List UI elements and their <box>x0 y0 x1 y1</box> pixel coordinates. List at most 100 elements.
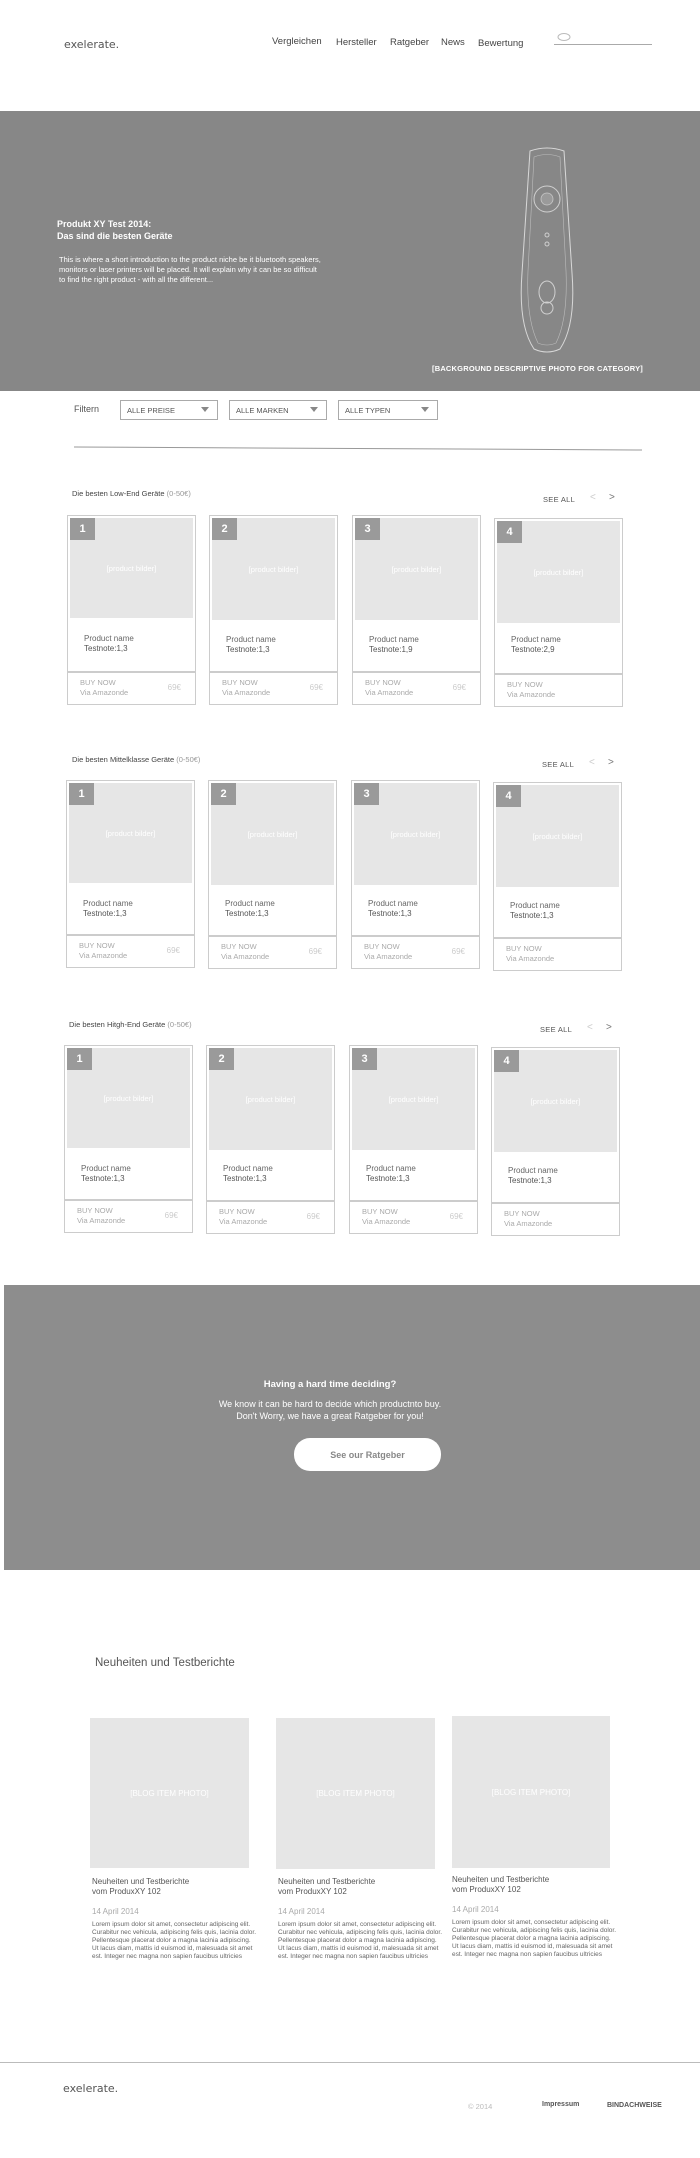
product-note: Testnote:1,3 <box>510 911 554 920</box>
see-ratgeber-button[interactable]: See our Ratgeber <box>294 1438 441 1471</box>
nav-news[interactable]: News <box>441 37 465 48</box>
product-card[interactable]: [product bilder] 3 Product name Testnote… <box>349 1045 478 1201</box>
rank-badge: 2 <box>211 783 236 805</box>
filter-label: Filtern <box>74 404 100 414</box>
rank-badge: 4 <box>497 521 522 543</box>
product-price: 69€ <box>167 683 181 692</box>
footer-bildnachweise-link[interactable]: BINDACHWEISE <box>607 2102 662 2109</box>
buy-label: BUY NOW <box>506 944 542 953</box>
prev-arrow-icon[interactable]: < <box>589 757 595 768</box>
product-name: Product name <box>510 901 560 910</box>
blog-item-title[interactable]: Neuheiten und Testberichte <box>452 1875 549 1885</box>
chevron-down-icon <box>310 407 318 412</box>
rank-badge: 4 <box>496 785 521 807</box>
nav-vergleichen[interactable]: Vergleichen <box>272 36 322 47</box>
buy-via: Via Amazonde <box>77 1216 126 1225</box>
search-icon <box>557 33 571 41</box>
blog-item[interactable]: [BLOG ITEM PHOTO] Neuheiten und Testberi… <box>90 1718 256 1980</box>
product-card[interactable]: [product bilder] 2 Product name Testnote… <box>208 780 337 936</box>
product-note: Testnote:1,9 <box>369 645 413 654</box>
buy-label: BUY NOW <box>364 942 400 951</box>
see-all-link[interactable]: SEE ALL <box>540 1025 572 1034</box>
blog-item-date: 14 April 2014 <box>92 1907 139 1916</box>
product-card[interactable]: [product bilder] 4 Product name Testnote… <box>493 782 622 938</box>
nav-hersteller[interactable]: Hersteller <box>336 37 377 48</box>
rank-badge: 3 <box>355 518 380 540</box>
blog-item-photo: [BLOG ITEM PHOTO] <box>90 1718 249 1868</box>
product-price: 69€ <box>309 683 323 692</box>
buy-via: Via Amazonde <box>222 688 271 697</box>
nav-bewertung[interactable]: Bewertung <box>478 38 523 49</box>
filter-divider <box>74 446 642 451</box>
buy-now-button[interactable]: BUY NOW Via Amazonde <box>491 1203 620 1236</box>
product-card[interactable]: [product bilder] 3 Product name Testnote… <box>351 780 480 936</box>
prev-arrow-icon[interactable]: < <box>590 492 596 503</box>
buy-now-button[interactable]: BUY NOW Via Amazonde 69€ <box>351 936 480 969</box>
product-note: Testnote:1,3 <box>368 909 412 918</box>
product-note: Testnote:2,9 <box>511 645 555 654</box>
next-arrow-icon[interactable]: > <box>608 757 614 768</box>
filter-price-select[interactable]: ALLE PREISE <box>120 400 218 420</box>
product-card[interactable]: [product bilder] 1 Product name Testnote… <box>67 515 196 672</box>
blog-item-title[interactable]: Neuheiten und Testberichte <box>278 1877 375 1887</box>
buy-via: Via Amazonde <box>80 688 129 697</box>
buy-via: Via Amazonde <box>364 952 413 961</box>
footer-impressum-link[interactable]: Impressum <box>542 2101 579 2108</box>
blog-item[interactable]: [BLOG ITEM PHOTO] Neuheiten und Testberi… <box>452 1716 616 1978</box>
buy-now-button[interactable]: BUY NOW Via Amazonde 69€ <box>208 936 337 969</box>
filter-type-select[interactable]: ALLE TYPEN <box>338 400 438 420</box>
buy-now-button[interactable]: BUY NOW Via Amazonde 69€ <box>64 1200 193 1233</box>
product-card[interactable]: [product bilder] 4 Product name Testnote… <box>491 1047 620 1203</box>
next-arrow-icon[interactable]: > <box>606 1022 612 1033</box>
hero-title-line1: Produkt XY Test 2014: <box>57 219 152 229</box>
buy-now-button[interactable]: BUY NOW Via Amazonde 69€ <box>352 672 481 705</box>
product-name: Product name <box>223 1164 273 1173</box>
filter-price-value: ALLE PREISE <box>127 405 175 415</box>
blog-item-title[interactable]: Neuheiten und Testberichte <box>92 1877 189 1887</box>
blog-item-excerpt: Lorem ipsum dolor sit amet, consectetur … <box>452 1919 617 1958</box>
buy-label: BUY NOW <box>222 678 258 687</box>
hero-title-line2: Das sind die besten Geräte <box>57 231 173 241</box>
product-price: 69€ <box>449 1212 463 1221</box>
cta-line1: We know it can be hard to decide which p… <box>218 1399 442 1409</box>
see-all-link[interactable]: SEE ALL <box>543 495 575 504</box>
blog-item-date: 14 April 2014 <box>452 1905 499 1914</box>
buy-now-button[interactable]: BUY NOW Via Amazonde 69€ <box>349 1201 478 1234</box>
rank-badge: 1 <box>67 1048 92 1070</box>
buy-now-button[interactable]: BUY NOW Via Amazonde <box>494 674 623 707</box>
see-all-link[interactable]: SEE ALL <box>542 760 574 769</box>
section-high-end: Die besten Hitgh-End Geräte (0-50€) SEE … <box>0 1015 700 1245</box>
product-note: Testnote:1,3 <box>84 644 128 653</box>
buy-now-button[interactable]: BUY NOW Via Amazonde 69€ <box>209 672 338 705</box>
buy-now-button[interactable]: BUY NOW Via Amazonde 69€ <box>67 672 196 705</box>
next-arrow-icon[interactable]: > <box>609 492 615 503</box>
product-price: 69€ <box>451 947 465 956</box>
footer-logo[interactable]: exelerate. <box>63 2082 118 2095</box>
product-card[interactable]: [product bilder] 1 Product name Testnote… <box>64 1045 193 1200</box>
product-card[interactable]: [product bilder] 2 Product name Testnote… <box>206 1045 335 1201</box>
product-card[interactable]: [product bilder] 1 Product name Testnote… <box>66 780 195 935</box>
product-card[interactable]: [product bilder] 2 Product name Testnote… <box>209 515 338 672</box>
product-name: Product name <box>366 1164 416 1173</box>
buy-label: BUY NOW <box>221 942 257 951</box>
buy-via: Via Amazonde <box>365 688 414 697</box>
search-input[interactable] <box>554 30 652 45</box>
product-note: Testnote:1,3 <box>81 1174 125 1183</box>
buy-via: Via Amazonde <box>221 952 270 961</box>
filter-brand-select[interactable]: ALLE MARKEN <box>229 400 327 420</box>
rank-badge: 1 <box>69 783 94 805</box>
buy-label: BUY NOW <box>504 1209 540 1218</box>
prev-arrow-icon[interactable]: < <box>587 1022 593 1033</box>
blog-item-photo: [BLOG ITEM PHOTO] <box>276 1718 435 1869</box>
product-name: Product name <box>84 634 134 643</box>
nav-ratgeber[interactable]: Ratgeber <box>390 37 429 48</box>
product-card[interactable]: [product bilder] 3 Product name Testnote… <box>352 515 481 672</box>
hero-intro: This is where a short introduction to th… <box>59 255 321 284</box>
blog-item[interactable]: [BLOG ITEM PHOTO] Neuheiten und Testberi… <box>276 1718 442 1980</box>
buy-now-button[interactable]: BUY NOW Via Amazonde 69€ <box>66 935 195 968</box>
buy-now-button[interactable]: BUY NOW Via Amazonde <box>493 938 622 971</box>
buy-now-button[interactable]: BUY NOW Via Amazonde 69€ <box>206 1201 335 1234</box>
site-logo[interactable]: exelerate. <box>64 38 119 51</box>
section-mid-range: Die besten Mittelklasse Geräte (0-50€) S… <box>0 750 700 980</box>
product-card[interactable]: [product bilder] 4 Product name Testnote… <box>494 518 623 674</box>
